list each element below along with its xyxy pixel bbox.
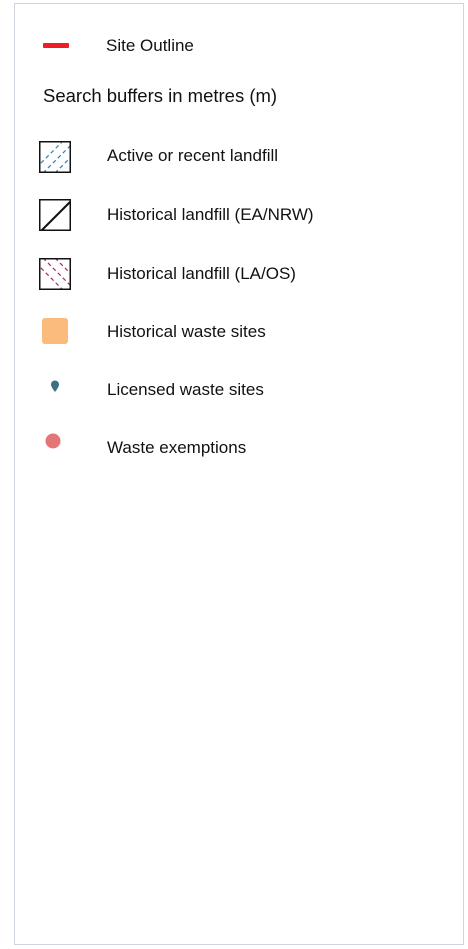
legend-item-label: Licensed waste sites [107,380,264,399]
legend-item-label: Historical landfill (EA/NRW) [107,205,314,224]
legend-panel: Site Outline Search buffers in metres (m… [14,3,464,945]
diagonal-black-line-icon [39,199,71,231]
diagonal-magenta-dash-hatch-icon [39,258,71,290]
teal-map-pin-icon [51,380,59,392]
legend-item-label: Historical waste sites [107,322,266,341]
orange-square-icon [42,318,68,344]
site-outline-label: Site Outline [106,36,194,55]
legend-item-label: Waste exemptions [107,438,247,457]
legend-item-label: Active or recent landfill [107,146,279,165]
red-circle-icon [45,433,61,449]
diagonal-blue-dash-hatch-icon [39,141,71,173]
search-buffers-heading: Search buffers in metres (m) [43,85,278,106]
site-outline-line-icon [43,43,69,48]
legend-item-label: Historical landfill (LA/OS) [107,264,296,283]
